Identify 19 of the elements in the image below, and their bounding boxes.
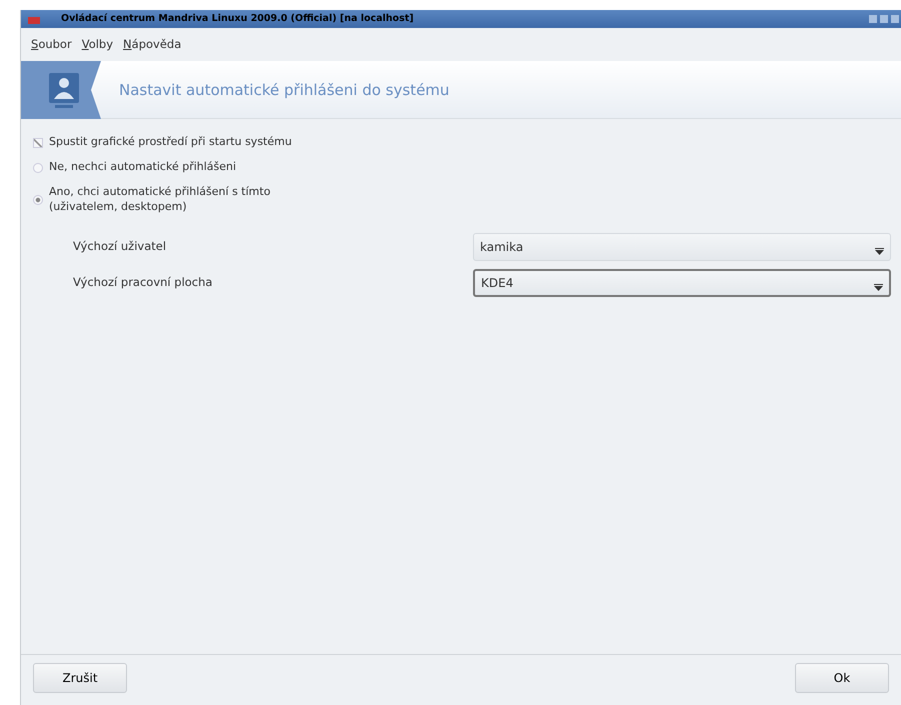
menu-item[interactable]: Volby [82, 36, 114, 54]
radio-button[interactable] [33, 162, 43, 173]
radio-button[interactable] [33, 194, 43, 205]
app-logo-icon [27, 14, 41, 24]
dialog-button[interactable]: Zrušit [33, 663, 127, 693]
checkbox[interactable] [33, 138, 43, 148]
maximize-icon[interactable] [880, 15, 888, 23]
menu-item[interactable]: Soubor [31, 36, 72, 54]
field-label: Výchozí uživatel [73, 238, 168, 255]
page-title: Nastavit automatické přihlášeni do systému [119, 80, 450, 100]
option-label: Spustit grafické prostředí při startu systému [49, 135, 293, 150]
minimize-icon[interactable] [869, 15, 877, 23]
close-icon[interactable] [891, 15, 899, 23]
field-label: Výchozí pracovní plocha [73, 274, 214, 291]
window-title: Ovládací centrum Mandriva Linuxu 2009.0 (Official) [na localhost] [61, 12, 414, 26]
menu-item[interactable]: Nápověda [123, 36, 182, 54]
option-label: Ano, chci automatické přihlášení s tímto (uživatelem, desktopem) [49, 184, 272, 215]
option-label: Ne, nechci automatické přihlášeni [49, 160, 238, 175]
dialog-button[interactable]: Ok [795, 663, 889, 693]
